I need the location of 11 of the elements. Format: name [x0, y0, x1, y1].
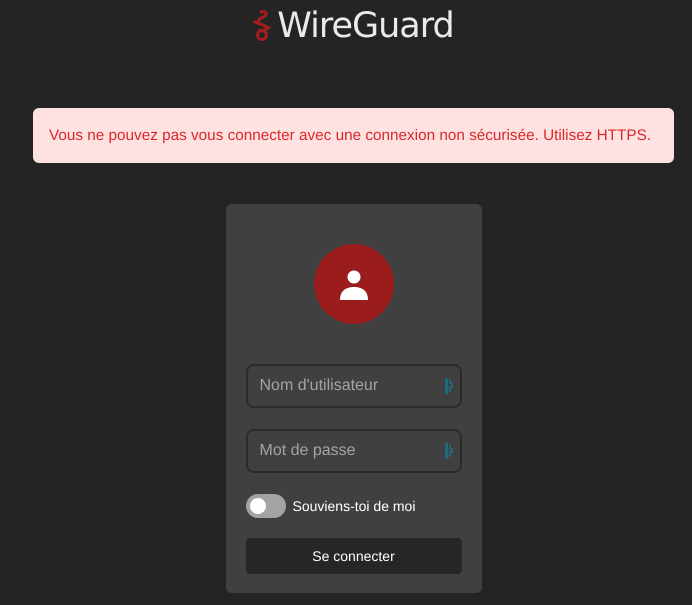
bars-icon	[444, 443, 452, 459]
remember-label: Souviens-toi de moi	[292, 497, 416, 515]
app-title: WireGuard	[277, 5, 454, 47]
remember-toggle[interactable]	[246, 494, 286, 518]
username-field[interactable]: Nom d'utilisateur	[246, 364, 462, 408]
alert-message: Vous ne pouvez pas vous connecter avec une connexion non sécurisée. Utilisez HTTPS.	[49, 126, 652, 146]
user-avatar-icon	[314, 244, 394, 324]
bars-icon	[444, 378, 452, 394]
logo-icon	[253, 10, 272, 42]
login-button[interactable]: Se connecter	[246, 538, 462, 574]
password-field[interactable]: Mot de passe	[246, 429, 462, 473]
